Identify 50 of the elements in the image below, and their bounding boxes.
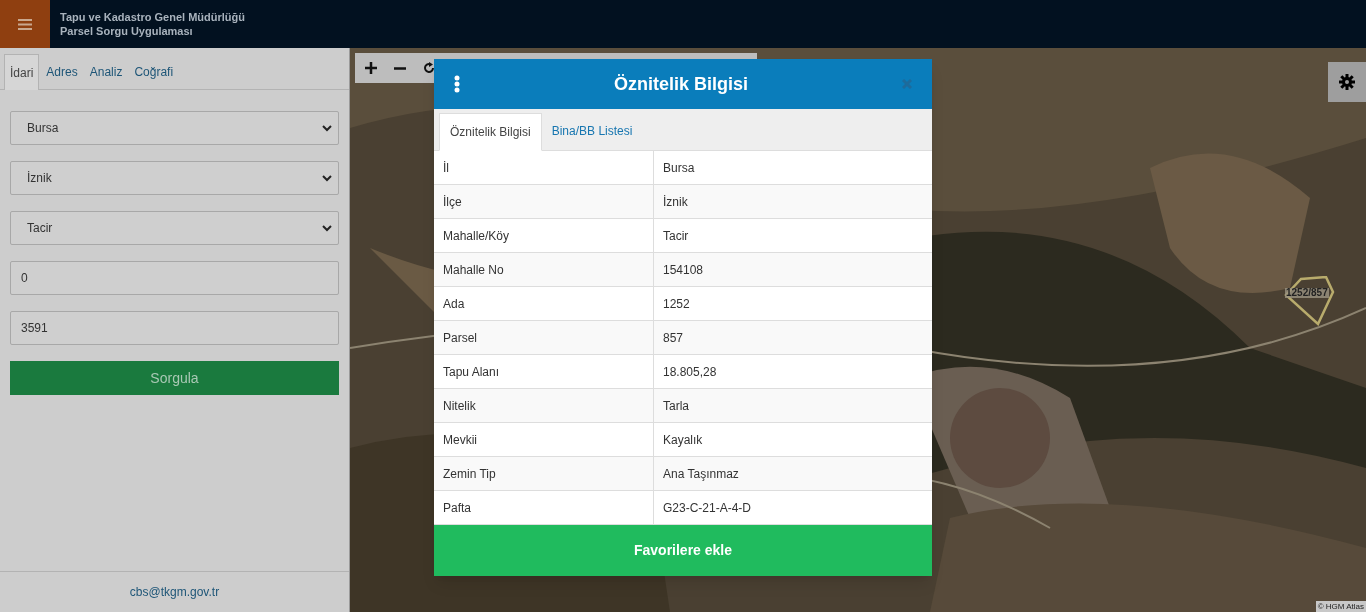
input-field[interactable]: 0 xyxy=(10,261,339,295)
rotate-icon[interactable] xyxy=(423,62,435,74)
settings-button[interactable] xyxy=(1328,62,1366,102)
table-cell-text: İznik xyxy=(662,193,689,211)
sidebar-tab[interactable]: Coğrafi xyxy=(129,54,179,90)
table-cell-text: 857 xyxy=(662,329,685,347)
zoom-out-icon[interactable] xyxy=(394,66,406,70)
sidebar-tab[interactable]: İdari xyxy=(4,54,40,90)
app-title: Tapu ve Kadastro Genel Müdürlüğü xyxy=(60,11,245,23)
menu-button[interactable] xyxy=(0,0,50,48)
dropdown[interactable]: İznik xyxy=(10,161,339,195)
table-cell-text: Tacir xyxy=(662,227,690,245)
table-cell: Nitelik xyxy=(434,389,654,422)
dialog-tab[interactable]: Öznitelik Bilgisi xyxy=(439,113,542,151)
table-cell: Mahalle No xyxy=(434,253,654,286)
table-cell: Mahalle/Köy xyxy=(434,219,654,252)
table-cell-text: Bursa xyxy=(662,159,696,177)
dropdown[interactable]: Bursa xyxy=(10,111,339,145)
table-cell: Ada xyxy=(434,287,654,320)
input-field[interactable]: 3591 xyxy=(10,311,339,345)
app-title: Parsel Sorgu Uygulaması xyxy=(60,25,194,37)
dialog-tab[interactable]: Bina/BB Listesi xyxy=(541,112,643,150)
dialog-title: Öznitelik Bilgisi xyxy=(613,72,749,96)
sidebar-tab[interactable]: Analiz xyxy=(84,54,128,90)
table-cell-text: Ana Taşınmaz xyxy=(662,465,740,483)
settings-icon xyxy=(1339,74,1355,90)
chevron-down-icon xyxy=(322,174,332,182)
dropdown[interactable]: Tacir xyxy=(10,211,339,245)
sidebar-tab[interactable]: Adres xyxy=(41,54,83,90)
table-cell-text: 1252 xyxy=(662,295,691,313)
table-cell: Tapu Alanı xyxy=(434,355,654,388)
table-cell-text: G23-C-21-A-4-D xyxy=(662,499,753,517)
table-cell: İlçe xyxy=(434,185,654,218)
chevron-down-icon xyxy=(322,124,332,132)
table-cell: Mevkii xyxy=(434,423,654,456)
chevron-down-icon xyxy=(322,224,332,232)
zoom-in-icon[interactable] xyxy=(365,62,377,74)
map-attribution: © HGM Atlas xyxy=(1315,601,1366,612)
menu-icon xyxy=(18,18,32,30)
table-cell-text: Kayalık xyxy=(662,431,704,449)
parcel-label: 1252/857 xyxy=(1285,288,1329,298)
table-cell: İl xyxy=(434,151,654,184)
contact-email-link[interactable]: cbs@tkgm.gov.tr xyxy=(129,583,220,601)
table-cell: Pafta xyxy=(434,491,654,524)
more-options-icon[interactable] xyxy=(454,75,460,93)
table-cell-text: Tarla xyxy=(662,397,690,415)
table-cell-text: 18.805,28 xyxy=(662,363,718,381)
table-cell: Zemin Tip xyxy=(434,457,654,490)
table-cell: Parsel xyxy=(434,321,654,354)
table-cell-text: 154108 xyxy=(662,261,705,279)
